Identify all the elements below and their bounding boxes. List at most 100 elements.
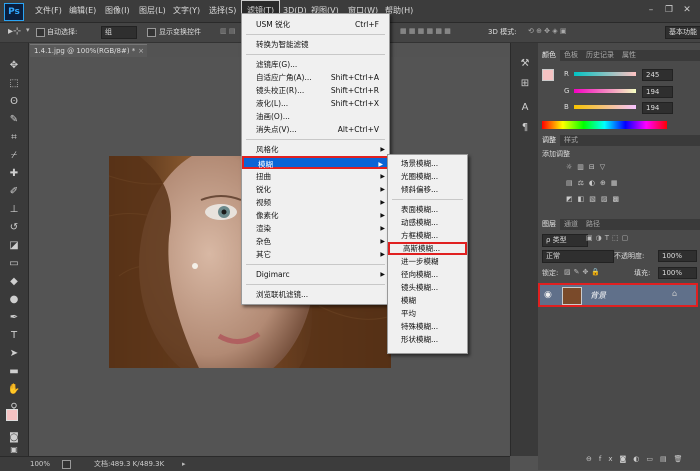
blend-mode-dropdown[interactable]: 正常: [542, 250, 614, 263]
eraser-tool-icon[interactable]: ◪: [6, 239, 22, 253]
blur-gaussian[interactable]: 高斯模糊...: [388, 242, 467, 255]
brush-preset-icon[interactable]: ⚒: [517, 57, 533, 71]
layer-name[interactable]: 背景: [590, 290, 606, 301]
healing-tool-icon[interactable]: ✚: [6, 167, 22, 181]
filter-distort[interactable]: 扭曲 ▶: [242, 170, 389, 183]
filter-pixelate[interactable]: 像素化 ▶: [242, 209, 389, 222]
adjust-icons-row-2[interactable]: ▤⚖◐⊕▦: [566, 179, 622, 187]
tab-adjustments[interactable]: 调整: [538, 135, 560, 146]
history-brush-tool-icon[interactable]: ↺: [6, 221, 22, 235]
show-transform-checkbox[interactable]: [147, 28, 156, 37]
blur-tool-icon[interactable]: ◆: [6, 275, 22, 289]
menu-layer[interactable]: 图层(L): [134, 0, 171, 22]
filter-video[interactable]: 视频 ▶: [242, 196, 389, 209]
filter-lens-correction[interactable]: 镜头校正(R)... Shift+Ctrl+R: [242, 84, 389, 97]
filter-digimarc[interactable]: Digimarc ▶: [242, 268, 389, 281]
move-tool-icon[interactable]: ✥: [6, 59, 22, 73]
menu-file[interactable]: 文件(F): [30, 0, 67, 22]
blur-surface[interactable]: 表面模糊...: [388, 203, 467, 216]
filter-stylize[interactable]: 风格化 ▶: [242, 143, 389, 156]
clone-source-icon[interactable]: ⊞: [517, 77, 533, 91]
tab-channels[interactable]: 通道: [560, 219, 582, 230]
filter-adaptive-wide-angle[interactable]: 自适应广角(A)... Shift+Ctrl+A: [242, 71, 389, 84]
filter-liquify[interactable]: 液化(L)... Shift+Ctrl+X: [242, 97, 389, 110]
filter-blur[interactable]: 模糊 ▶: [242, 156, 389, 169]
workspace-dropdown[interactable]: 基本功能: [665, 26, 700, 39]
tab-paths[interactable]: 路径: [582, 219, 604, 230]
blur-box[interactable]: 方框模糊...: [388, 229, 467, 242]
filter-vanishing-point[interactable]: 消失点(V)... Alt+Ctrl+V: [242, 123, 389, 136]
filter-last-usm[interactable]: USM 锐化 Ctrl+F: [242, 18, 389, 31]
opacity-value[interactable]: 100%: [658, 250, 697, 262]
shape-tool-icon[interactable]: ▬: [6, 365, 22, 379]
close-icon[interactable]: ✕: [679, 4, 695, 17]
tab-color[interactable]: 颜色: [538, 50, 560, 61]
tab-styles[interactable]: 样式: [560, 135, 582, 146]
tab-properties[interactable]: 属性: [618, 50, 640, 61]
lock-icons[interactable]: ▨✎✥🔒: [564, 268, 603, 276]
menu-edit[interactable]: 编辑(E): [64, 0, 101, 22]
document-tab[interactable]: 1.4.1.jpg @ 100%(RGB/8#) * ×: [30, 44, 147, 57]
blur-field[interactable]: 场景模糊...: [388, 157, 467, 170]
marquee-tool-icon[interactable]: ⬚: [6, 77, 22, 91]
zoom-level[interactable]: 100%: [30, 457, 50, 471]
layer-kind-filter[interactable]: ρ 类型: [542, 234, 588, 247]
filter-oil-paint[interactable]: 油画(O)...: [242, 110, 389, 123]
blur-motion[interactable]: 动感模糊...: [388, 216, 467, 229]
dodge-tool-icon[interactable]: ●: [6, 293, 22, 307]
fg-color-swatch[interactable]: [542, 69, 554, 81]
menu-image[interactable]: 图像(I): [100, 0, 135, 22]
status-icon[interactable]: [62, 460, 71, 469]
blur-average[interactable]: 平均: [388, 307, 467, 320]
filter-other[interactable]: 其它 ▶: [242, 248, 389, 261]
color-spectrum-bar[interactable]: [542, 121, 667, 129]
layers-bottom-icons[interactable]: ⊖fx◙◐▭▤🗑: [586, 455, 690, 463]
move-tool-icon[interactable]: ▸⊹: [8, 26, 21, 37]
doc-info[interactable]: 文档:489.3 K/489.3K: [94, 457, 164, 471]
hand-tool-icon[interactable]: ✋: [6, 383, 22, 397]
blur-smart[interactable]: 特殊模糊...: [388, 320, 467, 333]
lasso-tool-icon[interactable]: ʘ: [6, 95, 22, 109]
restore-icon[interactable]: ❐: [661, 4, 677, 17]
blur-plain[interactable]: 模糊: [388, 294, 467, 307]
channel-r-value[interactable]: 245: [642, 69, 673, 81]
mode-3d-icons[interactable]: ⟲ ⊕ ✥ ◈ ▣: [528, 27, 567, 35]
filter-render[interactable]: 渲染 ▶: [242, 222, 389, 235]
crop-tool-icon[interactable]: ⌗: [6, 131, 22, 145]
pen-tool-icon[interactable]: ✒: [6, 311, 22, 325]
menu-type[interactable]: 文字(Y): [168, 0, 205, 22]
paragraph-icon[interactable]: ¶: [517, 121, 533, 135]
blur-iris[interactable]: 光圈模糊...: [388, 170, 467, 183]
path-select-tool-icon[interactable]: ➤: [6, 347, 22, 361]
close-tab-icon[interactable]: ×: [138, 45, 144, 57]
distribute-icons[interactable]: ▦ ▦ ▦ ▦ ▦ ▦: [400, 27, 451, 35]
channel-r-slider[interactable]: [574, 72, 636, 76]
eye-icon[interactable]: ◉: [544, 290, 552, 300]
auto-select-checkbox[interactable]: [36, 28, 45, 37]
status-arrow-icon[interactable]: ▸: [182, 457, 186, 471]
filter-sharpen[interactable]: 锐化 ▶: [242, 183, 389, 196]
filter-noise[interactable]: 杂色 ▶: [242, 235, 389, 248]
foreground-color-swatch[interactable]: [6, 409, 18, 421]
filter-convert-smart[interactable]: 转换为智能滤镜: [242, 38, 389, 51]
filter-browse-online[interactable]: 浏览联机滤镜...: [242, 288, 389, 301]
dropdown-arrow-icon[interactable]: ▾: [26, 26, 30, 34]
menu-select[interactable]: 选择(S): [204, 0, 241, 22]
align-icons[interactable]: ▥ ▤: [220, 27, 235, 35]
channel-g-slider[interactable]: [574, 89, 636, 93]
blur-lens[interactable]: 镜头模糊...: [388, 281, 467, 294]
tab-swatches[interactable]: 色板: [560, 50, 582, 61]
brush-tool-icon[interactable]: ✐: [6, 185, 22, 199]
layer-filter-icons[interactable]: ▣◑T⬚▢: [586, 234, 631, 242]
channel-b-slider[interactable]: [574, 105, 636, 109]
type-tool-icon[interactable]: T: [6, 329, 22, 343]
gradient-tool-icon[interactable]: ▭: [6, 257, 22, 271]
channel-b-value[interactable]: 194: [642, 102, 673, 114]
stamp-tool-icon[interactable]: ⊥: [6, 203, 22, 217]
channel-g-value[interactable]: 194: [642, 86, 673, 98]
tab-layers[interactable]: 图层: [538, 219, 560, 230]
filter-gallery[interactable]: 滤镜库(G)...: [242, 58, 389, 71]
tab-history[interactable]: 历史记录: [582, 50, 618, 61]
quick-select-tool-icon[interactable]: ✎: [6, 113, 22, 127]
minimize-icon[interactable]: –: [643, 4, 659, 17]
